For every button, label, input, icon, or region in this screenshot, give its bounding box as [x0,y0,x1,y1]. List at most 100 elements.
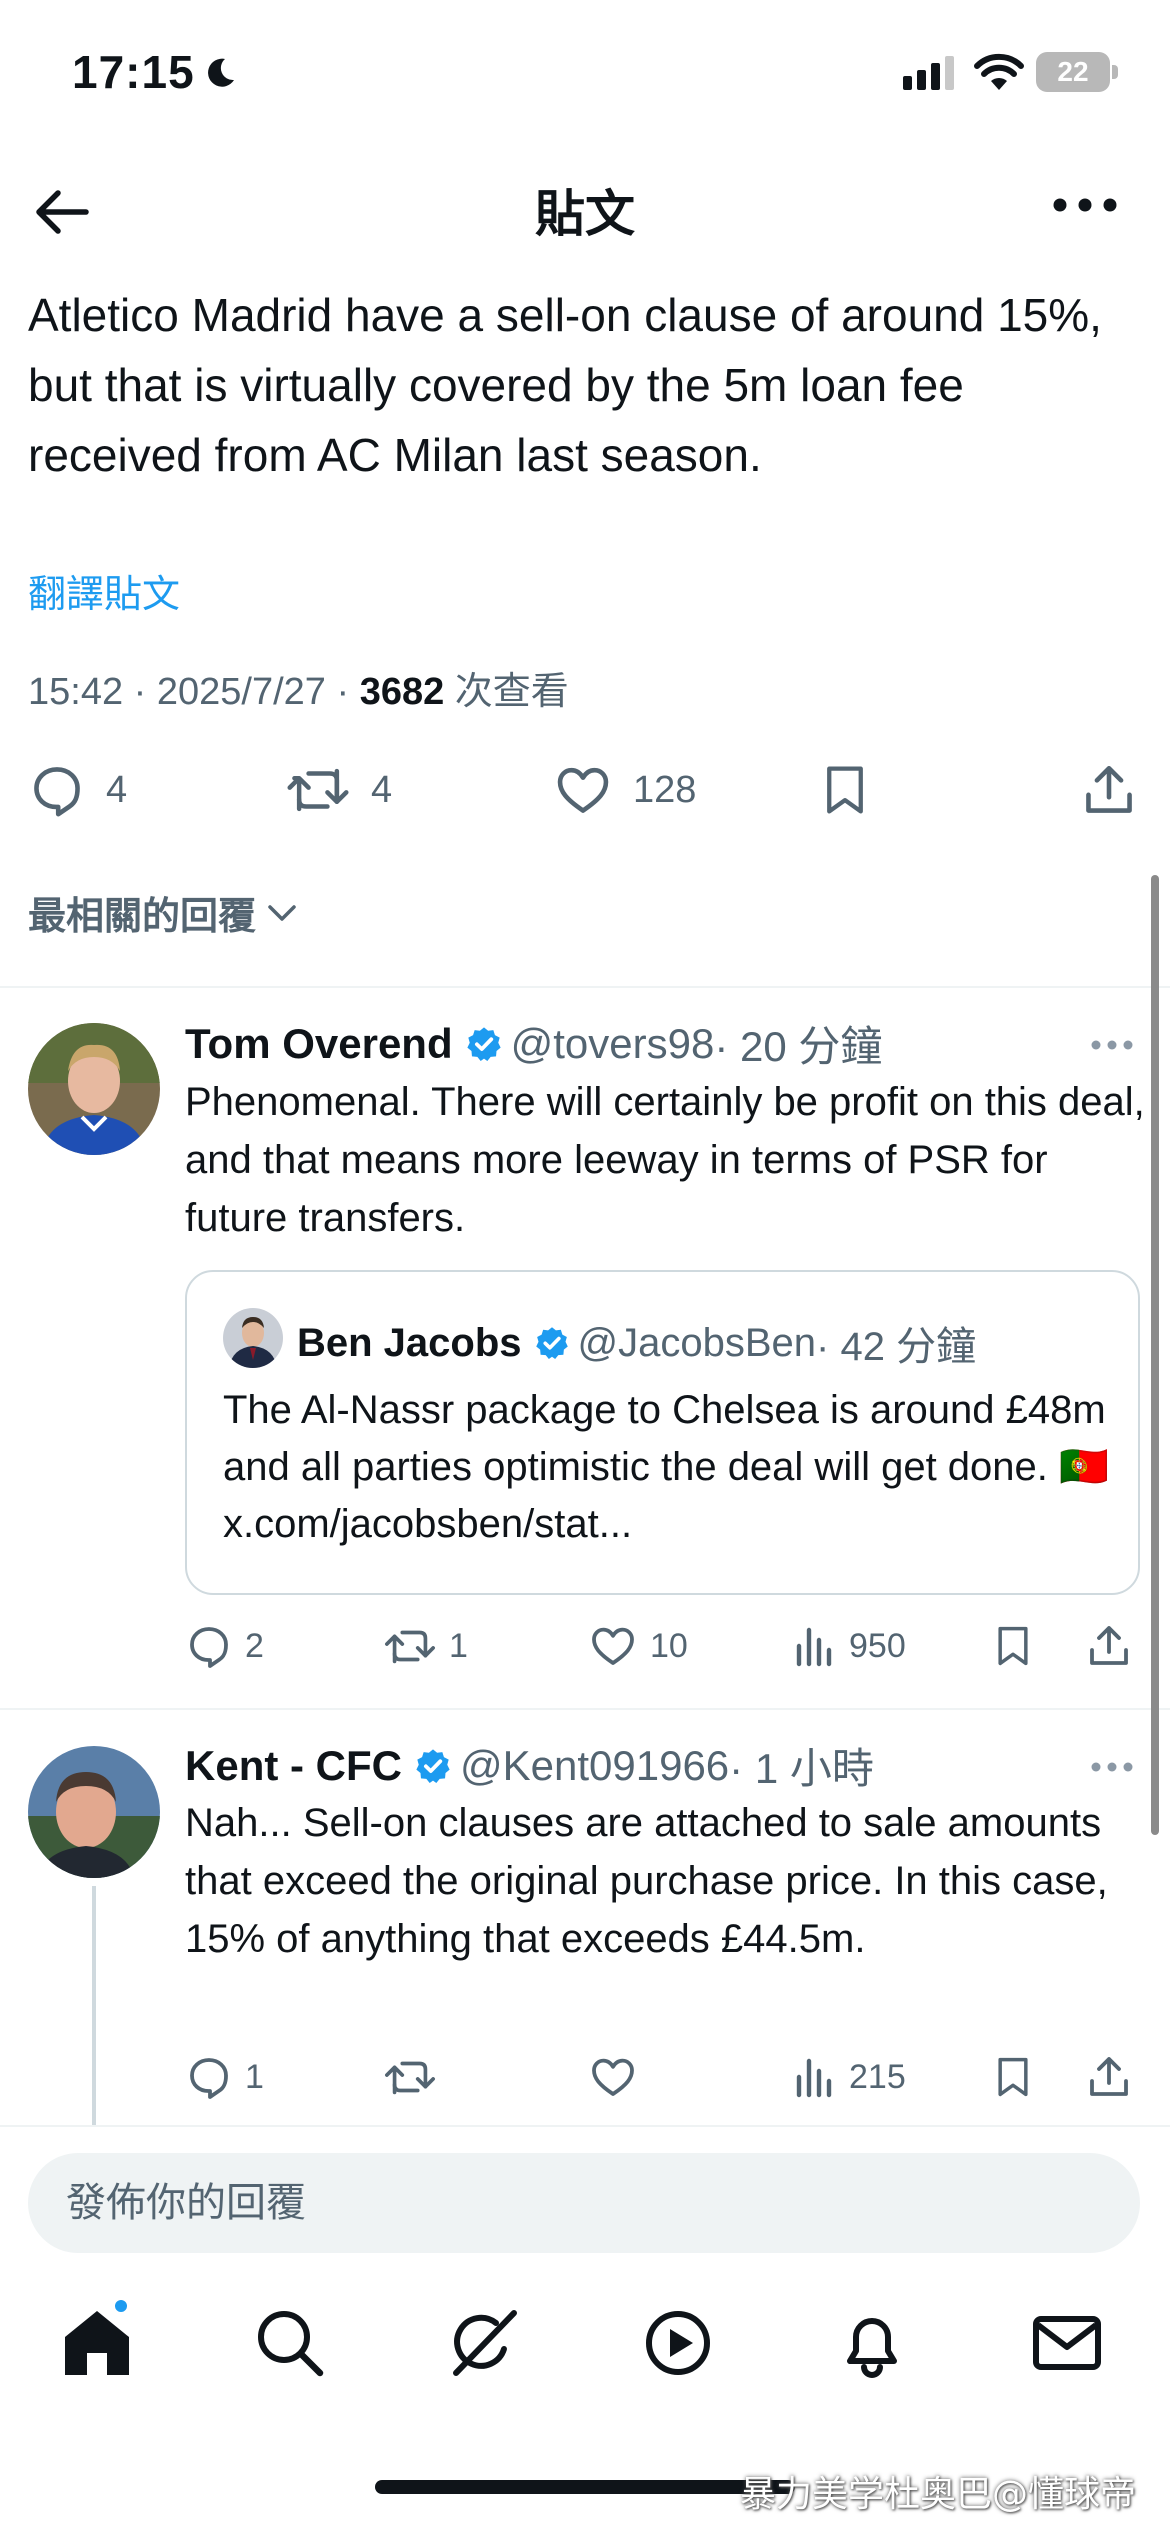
reply-count: 4 [106,768,128,811]
divider [0,986,1170,988]
bell-icon[interactable] [832,2303,912,2383]
reply-count: 2 [245,1626,264,1665]
views-icon [796,1627,832,1667]
views-label: 次查看 [444,671,569,713]
view-count: 950 [849,1626,906,1665]
status-time: 17:15 [72,46,195,98]
reply-button[interactable]: 4 [28,750,127,830]
reply-sort-dropdown[interactable]: 最相關的回覆 [28,885,302,940]
reply-icon [34,767,80,817]
repost-button[interactable]: 1 [383,1616,468,1676]
display-name[interactable]: Kent - CFC [185,1742,402,1790]
verified-icon [416,1748,450,1783]
like-count: 10 [650,1626,688,1665]
quoted-post[interactable]: Ben Jacobs @JacobsBen · 42 分鐘 The Al-Nas… [185,1270,1140,1595]
search-icon[interactable] [250,2303,330,2383]
share-icon [1090,2057,1128,2096]
handle: @tovers98 [510,1019,715,1067]
status-bar: 17:15 22 [0,0,1170,150]
watermark: 暴力美学杜奥巴@懂球帝 [740,2474,1137,2515]
wifi-icon [974,53,1024,90]
reply-header: Tom Overend @tovers98 · 20 分鐘 [185,1013,882,1074]
more-icon[interactable] [1090,1038,1134,1052]
avatar[interactable] [28,1023,160,1155]
sort-label: 最相關的回覆 [28,896,257,938]
chevron-down-icon [268,904,296,921]
reply-text: Phenomenal. There will certainly be prof… [185,1080,1145,1240]
view-count: 3682 [359,671,445,713]
bookmark-button[interactable] [818,750,872,830]
like-button[interactable] [588,2047,650,2107]
moon-icon [208,58,234,87]
reply-composer: 發佈你的回覆 [0,2125,1170,2265]
share-button[interactable] [1085,2047,1133,2107]
thread-line [92,1886,96,2125]
reply-input[interactable]: 發佈你的回覆 [28,2153,1140,2253]
verified-icon [466,1026,501,1061]
repost-count: 1 [449,1626,468,1665]
bookmark-icon [998,1626,1028,1666]
share-icon [1086,765,1132,813]
battery-icon: 22 [1036,52,1110,92]
views-button[interactable]: 215 [793,2047,906,2107]
repost-button[interactable] [383,2047,449,2107]
more-icon[interactable] [1050,190,1120,220]
tweet-timestamp: 15:42 · 2025/7/27 · [28,671,360,713]
post-time: · 1 小時 [729,1745,874,1792]
battery-level: 22 [1057,56,1089,87]
share-button[interactable] [1080,750,1138,830]
battery-tip [1112,65,1118,79]
bottom-tab-bar [0,2265,1170,2435]
like-count: 128 [633,768,697,811]
repost-button[interactable]: 4 [285,750,392,830]
post-time: · 42 分鐘 [816,1325,977,1369]
notification-dot [112,2297,130,2315]
tweet-meta: 15:42 · 2025/7/27 · 3682 次查看 [28,660,569,715]
avatar[interactable] [223,1308,283,1368]
handle: @JacobsBen [577,1320,817,1365]
grok-icon[interactable] [444,2303,524,2383]
reply-text: Nah... Sell-on clauses are attached to s… [185,1801,1108,1961]
repost-icon [287,768,349,812]
tweet-actions: 4 4 128 [0,750,1170,830]
post-time: · 20 分鐘 [714,1023,883,1070]
home-indicator [375,2480,795,2494]
reply-button[interactable]: 1 [185,2047,264,2107]
views-button[interactable]: 950 [793,1616,906,1676]
page-title: 貼文 [535,186,635,242]
display-name[interactable]: Ben Jacobs [297,1321,522,1366]
like-button[interactable]: 10 [588,1616,688,1676]
reply-header: Kent - CFC @Kent091966 · 1 小時 [185,1735,874,1796]
repost-count: 4 [371,768,393,811]
mail-icon[interactable] [1027,2303,1107,2383]
more-icon[interactable] [1090,1760,1134,1774]
reply-actions: 2 1 10 950 [185,1616,1145,1676]
scrollbar[interactable] [1151,875,1159,1835]
bookmark-icon [827,766,863,814]
bookmark-icon [998,2057,1028,2097]
divider [0,1708,1170,1710]
bookmark-button[interactable] [991,1616,1035,1676]
display-name[interactable]: Tom Overend [185,1020,453,1068]
reply-actions: 1 215 [185,2047,1145,2107]
cellular-signal-icon [903,56,954,90]
quote-text: The Al-Nassr package to Chelsea is aroun… [223,1388,1109,1546]
view-count: 215 [849,2057,906,2096]
like-icon [592,2058,634,2096]
share-button[interactable] [1085,1616,1133,1676]
like-icon [592,1627,634,1665]
home-icon[interactable] [57,2303,137,2383]
like-button[interactable]: 128 [553,750,696,830]
bookmark-button[interactable] [991,2047,1035,2107]
reply-count: 1 [245,2057,264,2096]
reply-icon [190,2058,228,2099]
share-icon [1090,1626,1128,1665]
avatar[interactable] [28,1746,160,1878]
handle: @Kent091966 [459,1741,730,1789]
like-icon [557,767,609,813]
video-icon[interactable] [638,2303,718,2383]
nav-bar: 貼文 [0,150,1170,270]
back-arrow-icon[interactable] [30,180,94,244]
reply-button[interactable]: 2 [185,1616,264,1676]
translate-post-link[interactable]: 翻譯貼文 [28,563,180,618]
